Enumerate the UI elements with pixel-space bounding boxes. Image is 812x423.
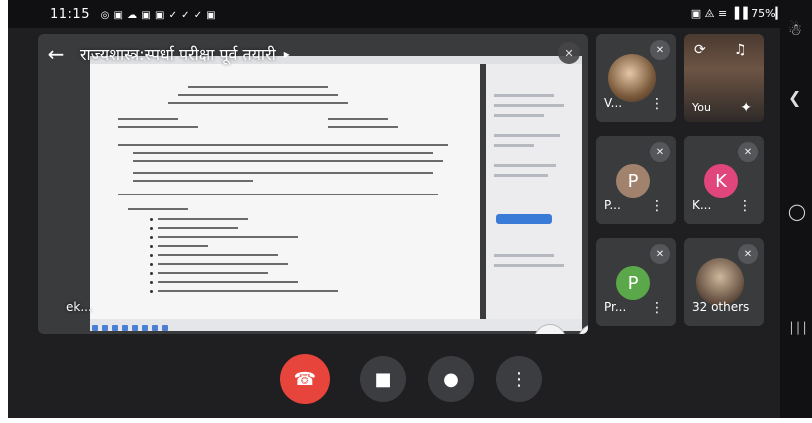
nav-recents-icon[interactable]: │││ bbox=[788, 322, 808, 335]
others-tile[interactable]: ✕ 32 others bbox=[684, 238, 764, 326]
shared-document-sidebar bbox=[486, 64, 582, 319]
status-time-group: 11:15 ◎ ▣ ☁ ▣ ▣ ✓ ✓ ✓ ▣ bbox=[50, 7, 222, 22]
audio-device-icon[interactable]: ♫ bbox=[734, 42, 747, 58]
participant-tile-4[interactable]: K ✕ K... ⋮ bbox=[684, 136, 764, 224]
effects-icon[interactable]: ✦ bbox=[740, 100, 752, 116]
nav-back-icon[interactable]: ❮ bbox=[788, 88, 801, 107]
mic-off-icon: ✕ bbox=[650, 142, 670, 162]
presentation-stage[interactable]: ← राज्यशास्त्र:स्पर्धा परीक्षा पूर्व तया… bbox=[38, 34, 588, 334]
others-count: 32 others bbox=[692, 300, 750, 314]
participant-name: Pr... bbox=[604, 300, 627, 314]
presentation-title: राज्यशास्त्र:स्पर्धा परीक्षा पूर्व तयारी bbox=[80, 45, 276, 64]
system-nav-bar: ☃ ❮ ◯ │││ bbox=[780, 0, 812, 423]
switch-camera-icon[interactable]: ⟳ bbox=[694, 42, 706, 58]
participant-name: You bbox=[692, 101, 711, 114]
self-video-tile[interactable]: ⟳ ♫ You ✦ bbox=[684, 34, 764, 122]
participant-avatar: K bbox=[704, 164, 738, 198]
status-bar: 11:15 ◎ ▣ ☁ ▣ ▣ ✓ ✓ ✓ ▣ ▣ ⨻ ≡ ▐▐ 75%▎ bbox=[8, 0, 788, 28]
participant-name: V... bbox=[604, 96, 623, 110]
battery-signal-icons: ▣ ⨻ ≡ ▐▐ 75%▎ bbox=[690, 7, 784, 20]
meet-app: 11:15 ◎ ▣ ☁ ▣ ▣ ✓ ✓ ✓ ▣ ▣ ⨻ ≡ ▐▐ 75%▎ ← … bbox=[8, 0, 808, 423]
more-options-icon[interactable]: ⋮ bbox=[650, 300, 664, 316]
more-options-button[interactable]: ⋮ bbox=[496, 356, 542, 402]
accessibility-icon[interactable]: ☃ bbox=[788, 20, 802, 39]
participant-tile-3[interactable]: P ✕ P... ⋮ bbox=[596, 136, 676, 224]
hang-up-button[interactable]: ☎ bbox=[280, 354, 330, 404]
participant-tile-5[interactable]: P ✕ Pr... ⋮ bbox=[596, 238, 676, 326]
more-options-icon[interactable]: ⋮ bbox=[738, 198, 752, 214]
participant-name: K... bbox=[692, 198, 712, 212]
participant-name: P... bbox=[604, 198, 621, 212]
presenter-muted-icon: ✕ bbox=[558, 42, 580, 64]
participant-avatar: P bbox=[616, 164, 650, 198]
presentation-header: ← राज्यशास्त्र:स्पर्धा परीक्षा पूर्व तया… bbox=[38, 34, 588, 74]
back-arrow-icon[interactable]: ← bbox=[38, 34, 74, 74]
participant-tile-1[interactable]: ✕ V... ⋮ bbox=[596, 34, 676, 122]
shared-screen-taskbar bbox=[90, 319, 582, 331]
status-right: ▣ ⨻ ≡ ▐▐ 75%▎ bbox=[691, 7, 784, 21]
mic-off-icon: ✕ bbox=[738, 244, 758, 264]
camera-toggle-button[interactable]: ■ bbox=[360, 356, 406, 402]
title-chevron-icon[interactable]: ▸ bbox=[284, 47, 290, 61]
mic-off-icon: ✕ bbox=[650, 244, 670, 264]
status-time: 11:15 bbox=[50, 6, 90, 22]
participant-photo bbox=[608, 54, 656, 102]
nav-home-icon[interactable]: ◯ bbox=[788, 202, 806, 221]
participant-photo bbox=[696, 258, 744, 306]
participant-avatar: P bbox=[616, 266, 650, 300]
presenter-name: ek... bbox=[66, 300, 92, 314]
mic-off-icon: ✕ bbox=[650, 40, 670, 60]
screen-border bbox=[0, 418, 812, 423]
more-options-icon[interactable]: ⋮ bbox=[650, 96, 664, 112]
mic-off-icon: ✕ bbox=[738, 142, 758, 162]
mic-toggle-button[interactable]: ● bbox=[428, 356, 474, 402]
more-options-icon[interactable]: ⋮ bbox=[650, 198, 664, 214]
notification-icons: ◎ ▣ ☁ ▣ ▣ ✓ ✓ ✓ ▣ bbox=[100, 9, 217, 21]
